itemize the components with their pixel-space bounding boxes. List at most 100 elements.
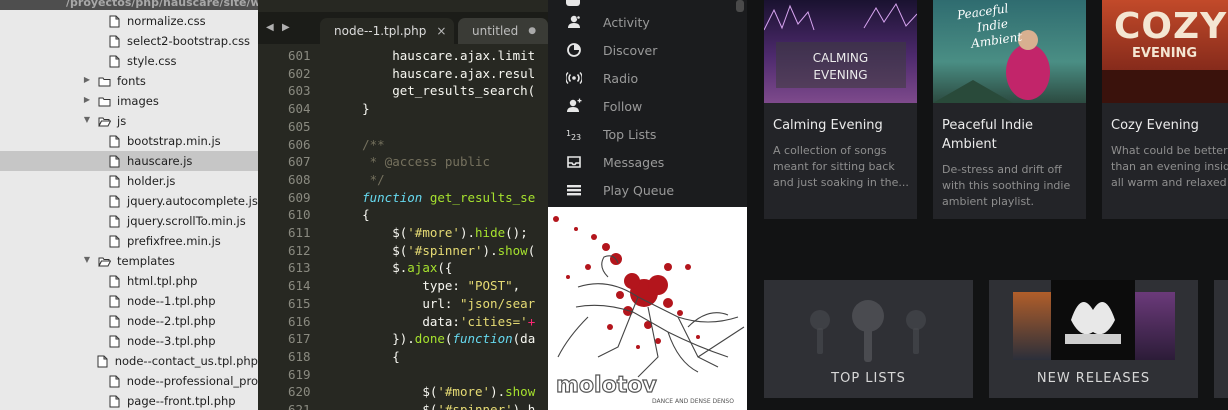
line-number: 605: [288, 118, 311, 134]
playlist-description: De-stress and drift off with this soothi…: [942, 163, 1071, 208]
line-number: 615: [288, 295, 311, 311]
tab-label: node--1.tpl.php: [334, 24, 427, 38]
sidebar-item-messages[interactable]: Messages: [548, 148, 747, 176]
line-number: 606: [288, 136, 311, 152]
tree-item-label: html.tpl.php: [127, 274, 198, 288]
code-line: */: [369, 171, 385, 187]
folder-tree-item[interactable]: ▶ images: [0, 91, 258, 111]
sidebar-item-label: Activity: [603, 14, 650, 30]
disclosure-expanded-icon[interactable]: ▼: [82, 255, 92, 264]
code-line: function get_results_se: [362, 189, 536, 205]
file-tree-item[interactable]: jquery.scrollTo.min.js: [0, 211, 258, 231]
release-cover: [1013, 292, 1053, 360]
code-line: $('#spinner').show(: [392, 242, 536, 258]
album-cover-art[interactable]: molotov DANCE AND DENSE DENSO: [548, 207, 747, 410]
sidebar-item-discover[interactable]: Discover: [548, 36, 747, 64]
code-line: $('#more').hide();: [392, 225, 528, 240]
sidebar-scrollbar[interactable]: [736, 0, 744, 12]
folder-tree-item[interactable]: ▶ fonts: [0, 71, 258, 91]
playlist-title[interactable]: Calming Evening: [773, 116, 913, 135]
tab-close-icon[interactable]: ×: [436, 24, 446, 38]
code-line: $.ajax({: [392, 260, 453, 276]
playlist-description: What could be better than an evening ins…: [1111, 144, 1228, 189]
sidebar-item-play-queue[interactable]: Play Queue: [548, 176, 747, 204]
file-tree-item[interactable]: html.tpl.php: [0, 271, 258, 291]
sidebar-item-label: Follow: [603, 98, 643, 114]
file-tree-item[interactable]: node--professional_pro: [0, 371, 258, 391]
line-number: 608: [288, 171, 311, 187]
file-icon: [108, 35, 121, 48]
messages-icon: [566, 154, 582, 170]
line-number: 602: [288, 65, 311, 81]
file-tree-item[interactable]: normalize.css: [0, 11, 258, 31]
file-icon: [108, 135, 121, 148]
sidebar-item-label: Discover: [603, 42, 658, 58]
line-number: 609: [288, 189, 311, 205]
tree-item-label: style.css: [127, 54, 177, 68]
playlist-title[interactable]: Cozy Evening: [1111, 116, 1228, 135]
file-tree-item[interactable]: select2-bootstrap.css: [0, 31, 258, 51]
file-tree-item[interactable]: prefixfree.min.js: [0, 231, 258, 251]
sidebar-item-label: Play Queue: [603, 182, 675, 198]
sidebar-item-follow[interactable]: Follow: [548, 92, 747, 120]
tab-nav-next-icon[interactable]: ▶: [282, 22, 290, 33]
line-number: 611: [288, 225, 311, 240]
disclosure-collapsed-icon[interactable]: ▶: [82, 75, 92, 84]
file-tree-item[interactable]: page--front.tpl.php: [0, 391, 258, 410]
tree-item-label: node--1.tpl.php: [127, 294, 216, 308]
file-tree-item[interactable]: node--1.tpl.php: [0, 291, 258, 311]
disclosure-collapsed-icon[interactable]: ▶: [82, 95, 92, 104]
sidebar-item-top-lists[interactable]: 1 2 3 Top Lists: [548, 120, 747, 148]
file-icon: [108, 395, 121, 408]
browse-content: CALMING EVENING Calming Evening A collec…: [747, 0, 1228, 410]
code-line: type: "POST",: [422, 278, 521, 294]
tab-modified-dot-icon[interactable]: ●: [528, 26, 536, 36]
file-icon: [108, 215, 121, 228]
playlist-card-cozy-evening[interactable]: COZY EVENING Cozy Evening What could be …: [1102, 0, 1228, 219]
playlist-cover-title: Peaceful Indie Ambient: [956, 1, 1023, 51]
file-tree-item[interactable]: node--contact_us.tpl.php: [0, 351, 258, 371]
code-line: url: "json/sear: [422, 295, 536, 311]
playlist-cover: CALMING EVENING: [764, 0, 917, 103]
tree-item-label: images: [117, 94, 159, 108]
code-line: }: [362, 101, 370, 117]
album-subtitle: DANCE AND DENSE DENSO: [652, 398, 734, 405]
svg-text:3: 3: [576, 133, 581, 142]
top-lists-tile[interactable]: TOP LISTS: [764, 280, 973, 398]
file-icon: [108, 275, 121, 288]
playlist-title[interactable]: Peaceful Indie Ambient: [942, 116, 1082, 154]
album-band-wordmark: molotov: [556, 373, 657, 398]
file-tree-item[interactable]: holder.js: [0, 171, 258, 191]
code-line: $('#more').show: [422, 384, 536, 400]
tree-item-label: node--contact_us.tpl.php: [114, 354, 258, 368]
playlist-description: A collection of songs meant for sitting …: [773, 144, 909, 189]
disclosure-expanded-icon[interactable]: ▼: [82, 115, 92, 124]
line-number: 617: [288, 331, 311, 347]
new-releases-tile[interactable]: NEW RELEASES: [989, 280, 1198, 398]
line-number: 610: [288, 207, 311, 223]
file-tree-item[interactable]: node--3.tpl.php: [0, 331, 258, 351]
sidebar-item-radio[interactable]: Radio: [548, 64, 747, 92]
file-tree-item[interactable]: jquery.autocomplete.js: [0, 191, 258, 211]
tab-node-1-tpl[interactable]: node--1.tpl.php ×: [320, 18, 454, 44]
radio-icon: [566, 70, 582, 86]
file-tree-item[interactable]: bootstrap.min.js: [0, 131, 258, 151]
file-tree-item[interactable]: hauscare.js: [0, 151, 258, 171]
discover-icon: [566, 42, 582, 58]
file-icon: [108, 295, 121, 308]
tab-nav-prev-icon[interactable]: ◀: [266, 22, 274, 33]
tab-untitled[interactable]: untitled ●: [458, 18, 548, 44]
line-number: 612: [288, 242, 311, 258]
sidebar-item-activity[interactable]: Activity: [548, 8, 747, 36]
line-number: 621: [288, 402, 311, 410]
tree-item-label: hauscare.js: [127, 154, 193, 168]
file-tree-item[interactable]: node--2.tpl.php: [0, 311, 258, 331]
tile-label: TOP LISTS: [831, 371, 906, 386]
file-tree-item[interactable]: style.css: [0, 51, 258, 71]
release-cover: [1135, 292, 1175, 360]
browse-tile-partial[interactable]: [1214, 280, 1228, 398]
folder-tree-item[interactable]: ▼ js: [0, 111, 258, 131]
folder-tree-item[interactable]: ▼ templates: [0, 251, 258, 271]
playlist-card-peaceful-indie-ambient[interactable]: Peaceful Indie Ambient Peaceful Indie Am…: [933, 0, 1086, 219]
playlist-card-calming-evening[interactable]: CALMING EVENING Calming Evening A collec…: [764, 0, 917, 219]
